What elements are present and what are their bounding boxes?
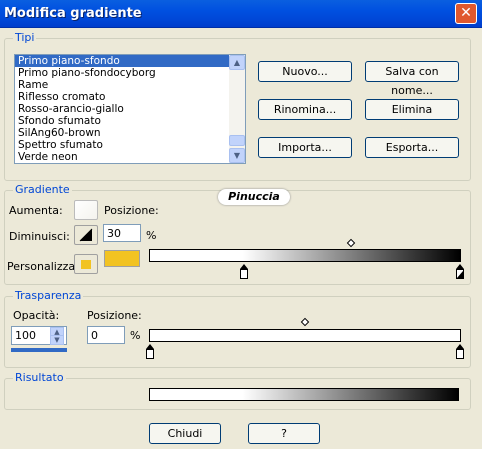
gradient-editor-window: Modifica gradiente ✕ Tipi Primo piano-sf… (0, 0, 482, 449)
importa-button[interactable]: Importa... (258, 137, 352, 158)
custom-color-swatch[interactable] (104, 250, 140, 267)
help-button[interactable]: ? (248, 423, 320, 444)
window-title: Modifica gradiente (4, 6, 142, 21)
list-item[interactable]: SilAng60-brown (15, 127, 229, 139)
list-item[interactable]: Riflesso cromato (15, 91, 229, 103)
salva-con-nome-button[interactable]: Salva con nome... (365, 61, 459, 97)
gradient-percent-label: % (146, 229, 157, 242)
chevron-up-icon[interactable]: ▲ (229, 55, 245, 70)
list-item[interactable]: Rame (15, 79, 229, 91)
gradient-stop-white[interactable] (239, 263, 249, 280)
esporta-button[interactable]: Esporta... (365, 137, 459, 158)
tipi-label: Tipi (13, 31, 37, 44)
gradient-types-items: Primo piano-sfondo Primo piano-sfondocybo… (15, 55, 229, 163)
list-item[interactable]: Primo piano-sfondocyborg (15, 67, 229, 79)
diminuisci-button[interactable] (74, 225, 98, 245)
custom-color-mini-swatch (81, 260, 91, 269)
gradient-ramp[interactable] (149, 249, 461, 262)
elimina-button[interactable]: Elimina (365, 99, 459, 120)
gradient-stop-black[interactable] (455, 263, 465, 280)
list-scrollbar[interactable]: ▲ ▼ (229, 55, 245, 163)
gradiente-label: Gradiente (13, 183, 72, 196)
list-item[interactable]: Rosso-arancio-giallo (15, 103, 229, 115)
transparency-position-input[interactable]: 0 (87, 326, 125, 344)
opacita-label: Opacità: (13, 309, 60, 322)
rinomina-button[interactable]: Rinomina... (258, 99, 352, 120)
list-item[interactable]: Primo piano-sfondo (15, 55, 229, 67)
result-preview-ramp (149, 388, 459, 401)
title-bar[interactable]: Modifica gradiente ✕ (0, 0, 482, 28)
transparency-ramp[interactable] (149, 329, 461, 342)
transparency-posizione-label: Posizione: (87, 309, 142, 322)
transparency-stop-left[interactable] (145, 343, 155, 360)
transparency-percent-label: % (130, 329, 141, 342)
diminuisci-label: Diminuisci: (9, 230, 70, 243)
list-item[interactable]: Spettro sfumato (15, 139, 229, 151)
trasparenza-label: Trasparenza (13, 289, 84, 302)
aumenta-button[interactable] (74, 200, 98, 220)
transparency-stop-right[interactable] (455, 343, 465, 360)
opacity-slider-bar[interactable] (11, 348, 67, 352)
chevron-down-icon[interactable]: ▼ (229, 148, 245, 163)
nuovo-button[interactable]: Nuovo... (258, 61, 352, 82)
list-item[interactable]: Verde neon (15, 151, 229, 163)
scrollbar-thumb[interactable] (229, 135, 245, 146)
gradient-types-list[interactable]: Primo piano-sfondo Primo piano-sfondocybo… (14, 54, 246, 164)
opacity-value: 100 (15, 329, 36, 342)
chiudi-button[interactable]: Chiudi (149, 423, 221, 444)
personalizza-button[interactable] (74, 254, 98, 274)
close-icon[interactable]: ✕ (455, 3, 477, 24)
gradient-position-input[interactable]: 30 (103, 224, 141, 242)
watermark-logo: Pinuccia (218, 189, 290, 205)
opacity-spin-down-icon[interactable]: ▼ (50, 335, 64, 345)
risultato-label: Risultato (13, 371, 66, 384)
opacity-input[interactable]: 100 ▲ ▼ (11, 326, 67, 345)
list-item[interactable]: Sfondo sfumato (15, 115, 229, 127)
triangle-gradient-icon (79, 228, 93, 242)
posizione-label: Posizione: (104, 204, 159, 217)
personalizza-label: Personalizza: (7, 260, 79, 273)
aumenta-label: Aumenta: (9, 204, 63, 217)
